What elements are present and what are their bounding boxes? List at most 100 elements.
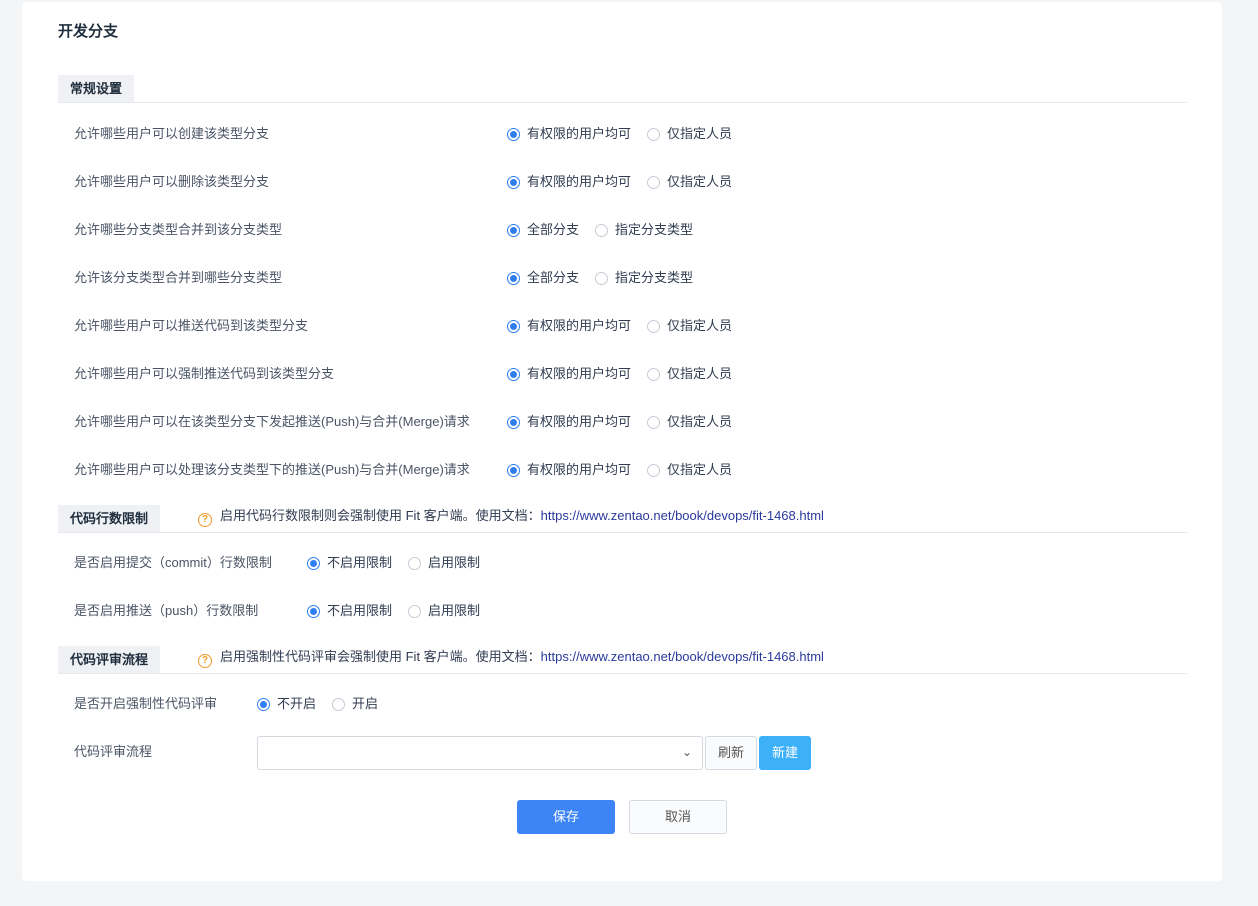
radio-checked-icon[interactable] bbox=[507, 415, 520, 429]
section-tip: ? 启用代码行数限制则会强制使用 Fit 客户端。使用文档：https://www… bbox=[198, 505, 824, 527]
radio-option[interactable]: 不开启 bbox=[257, 694, 316, 714]
radio-unchecked-icon[interactable] bbox=[595, 271, 609, 285]
new-flow-button[interactable]: 新建 bbox=[759, 736, 811, 770]
radio-option[interactable]: 有权限的用户均可 bbox=[507, 412, 631, 432]
radio-label: 仅指定人员 bbox=[667, 126, 733, 141]
setting-label: 是否开启强制性代码评审 bbox=[74, 696, 218, 711]
radio-option[interactable]: 仅指定人员 bbox=[647, 412, 732, 432]
radio-option[interactable]: 开启 bbox=[332, 694, 378, 714]
radio-group: 有权限的用户均可 仅指定人员 bbox=[507, 124, 732, 144]
radio-unchecked-icon[interactable] bbox=[647, 415, 661, 429]
save-button[interactable]: 保存 bbox=[517, 800, 615, 834]
radio-checked-icon[interactable] bbox=[307, 604, 320, 618]
tip-text: 启用代码行数限制则会强制使用 Fit 客户端。使用文档： bbox=[220, 508, 541, 523]
radio-checked-icon[interactable] bbox=[507, 271, 520, 285]
review-flow-label: 代码评审流程 bbox=[74, 744, 153, 759]
branch-settings-card: 开发分支 常规设置 允许哪些用户可以创建该类型分支 有权限的用户均可 仅指定人员 允许… bbox=[22, 2, 1222, 881]
radio-option[interactable]: 全部分支 bbox=[507, 268, 579, 288]
radio-checked-icon[interactable] bbox=[507, 223, 520, 237]
setting-label: 允许哪些分支类型合并到该分支类型 bbox=[74, 222, 283, 237]
radio-label: 启用限制 bbox=[428, 603, 481, 618]
radio-option[interactable]: 仅指定人员 bbox=[647, 364, 732, 384]
radio-unchecked-icon[interactable] bbox=[595, 223, 609, 237]
radio-label: 不开启 bbox=[277, 696, 317, 711]
section-tip: ? 启用强制性代码评审会强制使用 Fit 客户端。使用文档：https://www… bbox=[198, 646, 824, 668]
radio-group: 不启用限制 启用限制 bbox=[307, 553, 480, 573]
radio-checked-icon[interactable] bbox=[507, 175, 520, 189]
radio-group: 全部分支 指定分支类型 bbox=[507, 220, 693, 240]
section-title: 代码评审流程 bbox=[58, 646, 161, 673]
page-title: 开发分支 bbox=[58, 23, 119, 40]
radio-option[interactable]: 指定分支类型 bbox=[595, 268, 693, 288]
radio-option[interactable]: 有权限的用户均可 bbox=[507, 316, 631, 336]
section-title: 常规设置 bbox=[58, 75, 135, 102]
tip-text: 启用强制性代码评审会强制使用 Fit 客户端。使用文档： bbox=[220, 649, 541, 664]
radio-unchecked-icon[interactable] bbox=[647, 319, 661, 333]
radio-option[interactable]: 有权限的用户均可 bbox=[507, 460, 631, 480]
radio-option[interactable]: 全部分支 bbox=[507, 220, 579, 240]
radio-label: 启用限制 bbox=[428, 555, 481, 570]
radio-unchecked-icon[interactable] bbox=[647, 367, 661, 381]
setting-label: 允许该分支类型合并到哪些分支类型 bbox=[74, 270, 283, 285]
radio-label: 开启 bbox=[352, 696, 379, 711]
radio-label: 仅指定人员 bbox=[667, 462, 733, 477]
help-icon: ? bbox=[198, 654, 212, 668]
radio-label: 有权限的用户均可 bbox=[527, 174, 632, 189]
radio-label: 有权限的用户均可 bbox=[527, 366, 632, 381]
radio-label: 仅指定人员 bbox=[667, 414, 733, 429]
section-title: 代码行数限制 bbox=[58, 505, 161, 532]
radio-label: 有权限的用户均可 bbox=[527, 126, 632, 141]
radio-option[interactable]: 仅指定人员 bbox=[647, 172, 732, 192]
radio-option[interactable]: 有权限的用户均可 bbox=[507, 124, 631, 144]
radio-label: 仅指定人员 bbox=[667, 318, 733, 333]
section-line-limit: 代码行数限制 ? 启用代码行数限制则会强制使用 Fit 客户端。使用文档：http… bbox=[58, 505, 1187, 533]
radio-unchecked-icon[interactable] bbox=[408, 604, 422, 618]
radio-unchecked-icon[interactable] bbox=[408, 556, 422, 570]
section-general: 常规设置 bbox=[58, 75, 1187, 103]
setting-label: 允许哪些用户可以创建该类型分支 bbox=[74, 126, 270, 141]
radio-label: 有权限的用户均可 bbox=[527, 462, 632, 477]
radio-group: 不开启 开启 bbox=[257, 694, 378, 714]
setting-label: 允许哪些用户可以在该类型分支下发起推送(Push)与合并(Merge)请求 bbox=[74, 414, 470, 429]
radio-option[interactable]: 启用限制 bbox=[408, 601, 480, 621]
review-flow-select[interactable]: ⌄ bbox=[257, 736, 703, 770]
radio-group: 有权限的用户均可 仅指定人员 bbox=[507, 364, 732, 384]
radio-label: 指定分支类型 bbox=[615, 270, 694, 285]
setting-label: 允许哪些用户可以删除该类型分支 bbox=[74, 174, 270, 189]
radio-option[interactable]: 不启用限制 bbox=[307, 553, 392, 573]
radio-group: 有权限的用户均可 仅指定人员 bbox=[507, 412, 732, 432]
radio-label: 不启用限制 bbox=[327, 555, 393, 570]
radio-unchecked-icon[interactable] bbox=[647, 127, 661, 141]
cancel-button[interactable]: 取消 bbox=[629, 800, 727, 834]
radio-option[interactable]: 有权限的用户均可 bbox=[507, 172, 631, 192]
radio-option[interactable]: 仅指定人员 bbox=[647, 124, 732, 144]
radio-label: 指定分支类型 bbox=[615, 222, 694, 237]
chevron-down-icon: ⌄ bbox=[681, 745, 692, 759]
radio-group: 全部分支 指定分支类型 bbox=[507, 268, 693, 288]
radio-checked-icon[interactable] bbox=[257, 697, 270, 711]
radio-option[interactable]: 启用限制 bbox=[408, 553, 480, 573]
radio-unchecked-icon[interactable] bbox=[647, 463, 661, 477]
radio-group: 有权限的用户均可 仅指定人员 bbox=[507, 172, 732, 192]
radio-option[interactable]: 仅指定人员 bbox=[647, 316, 732, 336]
radio-checked-icon[interactable] bbox=[507, 367, 520, 381]
radio-option[interactable]: 指定分支类型 bbox=[595, 220, 693, 240]
radio-label: 有权限的用户均可 bbox=[527, 414, 632, 429]
radio-option[interactable]: 不启用限制 bbox=[307, 601, 392, 621]
radio-checked-icon[interactable] bbox=[307, 556, 320, 570]
radio-group: 不启用限制 启用限制 bbox=[307, 601, 480, 621]
radio-checked-icon[interactable] bbox=[507, 319, 520, 333]
radio-label: 仅指定人员 bbox=[667, 174, 733, 189]
refresh-button[interactable]: 刷新 bbox=[705, 736, 757, 770]
radio-unchecked-icon[interactable] bbox=[332, 697, 346, 711]
setting-label: 允许哪些用户可以处理该分支类型下的推送(Push)与合并(Merge)请求 bbox=[74, 462, 470, 477]
radio-unchecked-icon[interactable] bbox=[647, 175, 661, 189]
radio-option[interactable]: 有权限的用户均可 bbox=[507, 364, 631, 384]
doc-link[interactable]: https://www.zentao.net/book/devops/fit-1… bbox=[541, 649, 824, 664]
setting-label: 允许哪些用户可以推送代码到该类型分支 bbox=[74, 318, 309, 333]
radio-option[interactable]: 仅指定人员 bbox=[647, 460, 732, 480]
section-review: 代码评审流程 ? 启用强制性代码评审会强制使用 Fit 客户端。使用文档：http… bbox=[58, 646, 1187, 674]
radio-checked-icon[interactable] bbox=[507, 463, 520, 477]
doc-link[interactable]: https://www.zentao.net/book/devops/fit-1… bbox=[541, 508, 824, 523]
radio-checked-icon[interactable] bbox=[507, 127, 520, 141]
